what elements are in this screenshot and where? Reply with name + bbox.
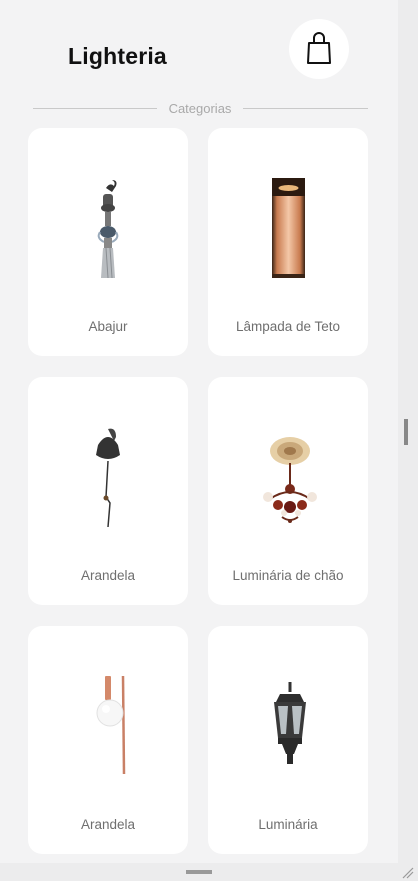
- app-title: Lighteria: [68, 43, 167, 69]
- category-card-lampada-de-teto[interactable]: Lâmpada de Teto: [208, 128, 368, 356]
- category-label: Lâmpada de Teto: [235, 319, 341, 334]
- street-lamp-image: [97, 180, 119, 279]
- cart-button[interactable]: [289, 19, 349, 79]
- lantern-image: [274, 682, 306, 764]
- section-label: Categorias: [168, 101, 232, 116]
- app-screen: Lighteria Categorias Abajur Lâmpada de T…: [0, 0, 398, 863]
- category-label: Arandela: [80, 568, 136, 583]
- divider-left: [33, 108, 157, 109]
- header: Lighteria: [0, 0, 398, 100]
- category-label: Luminária: [258, 817, 318, 832]
- shopping-bag-icon: [307, 32, 331, 64]
- copper-wall-lamp-image: [96, 675, 126, 775]
- category-label: Luminária de chão: [232, 568, 344, 583]
- scrollbar-track[interactable]: [398, 0, 418, 863]
- category-card-luminaria[interactable]: Luminária: [208, 626, 368, 854]
- chandelier-image: [263, 437, 317, 523]
- category-card-luminaria-de-chao[interactable]: Luminária de chão: [208, 377, 368, 605]
- category-card-abajur[interactable]: Abajur: [28, 128, 188, 356]
- bottom-drag-handle[interactable]: [186, 870, 212, 874]
- category-label: Abajur: [88, 319, 128, 334]
- category-label: Arandela: [80, 817, 136, 832]
- category-card-arandela-2[interactable]: Arandela: [28, 626, 188, 854]
- copper-tube-light-image: [272, 178, 305, 278]
- scrollbar-handle[interactable]: [404, 419, 408, 445]
- black-pendant-lamp-image: [96, 428, 120, 528]
- category-card-arandela[interactable]: Arandela: [28, 377, 188, 605]
- resize-grip-icon[interactable]: [401, 866, 415, 880]
- divider-right: [243, 108, 368, 109]
